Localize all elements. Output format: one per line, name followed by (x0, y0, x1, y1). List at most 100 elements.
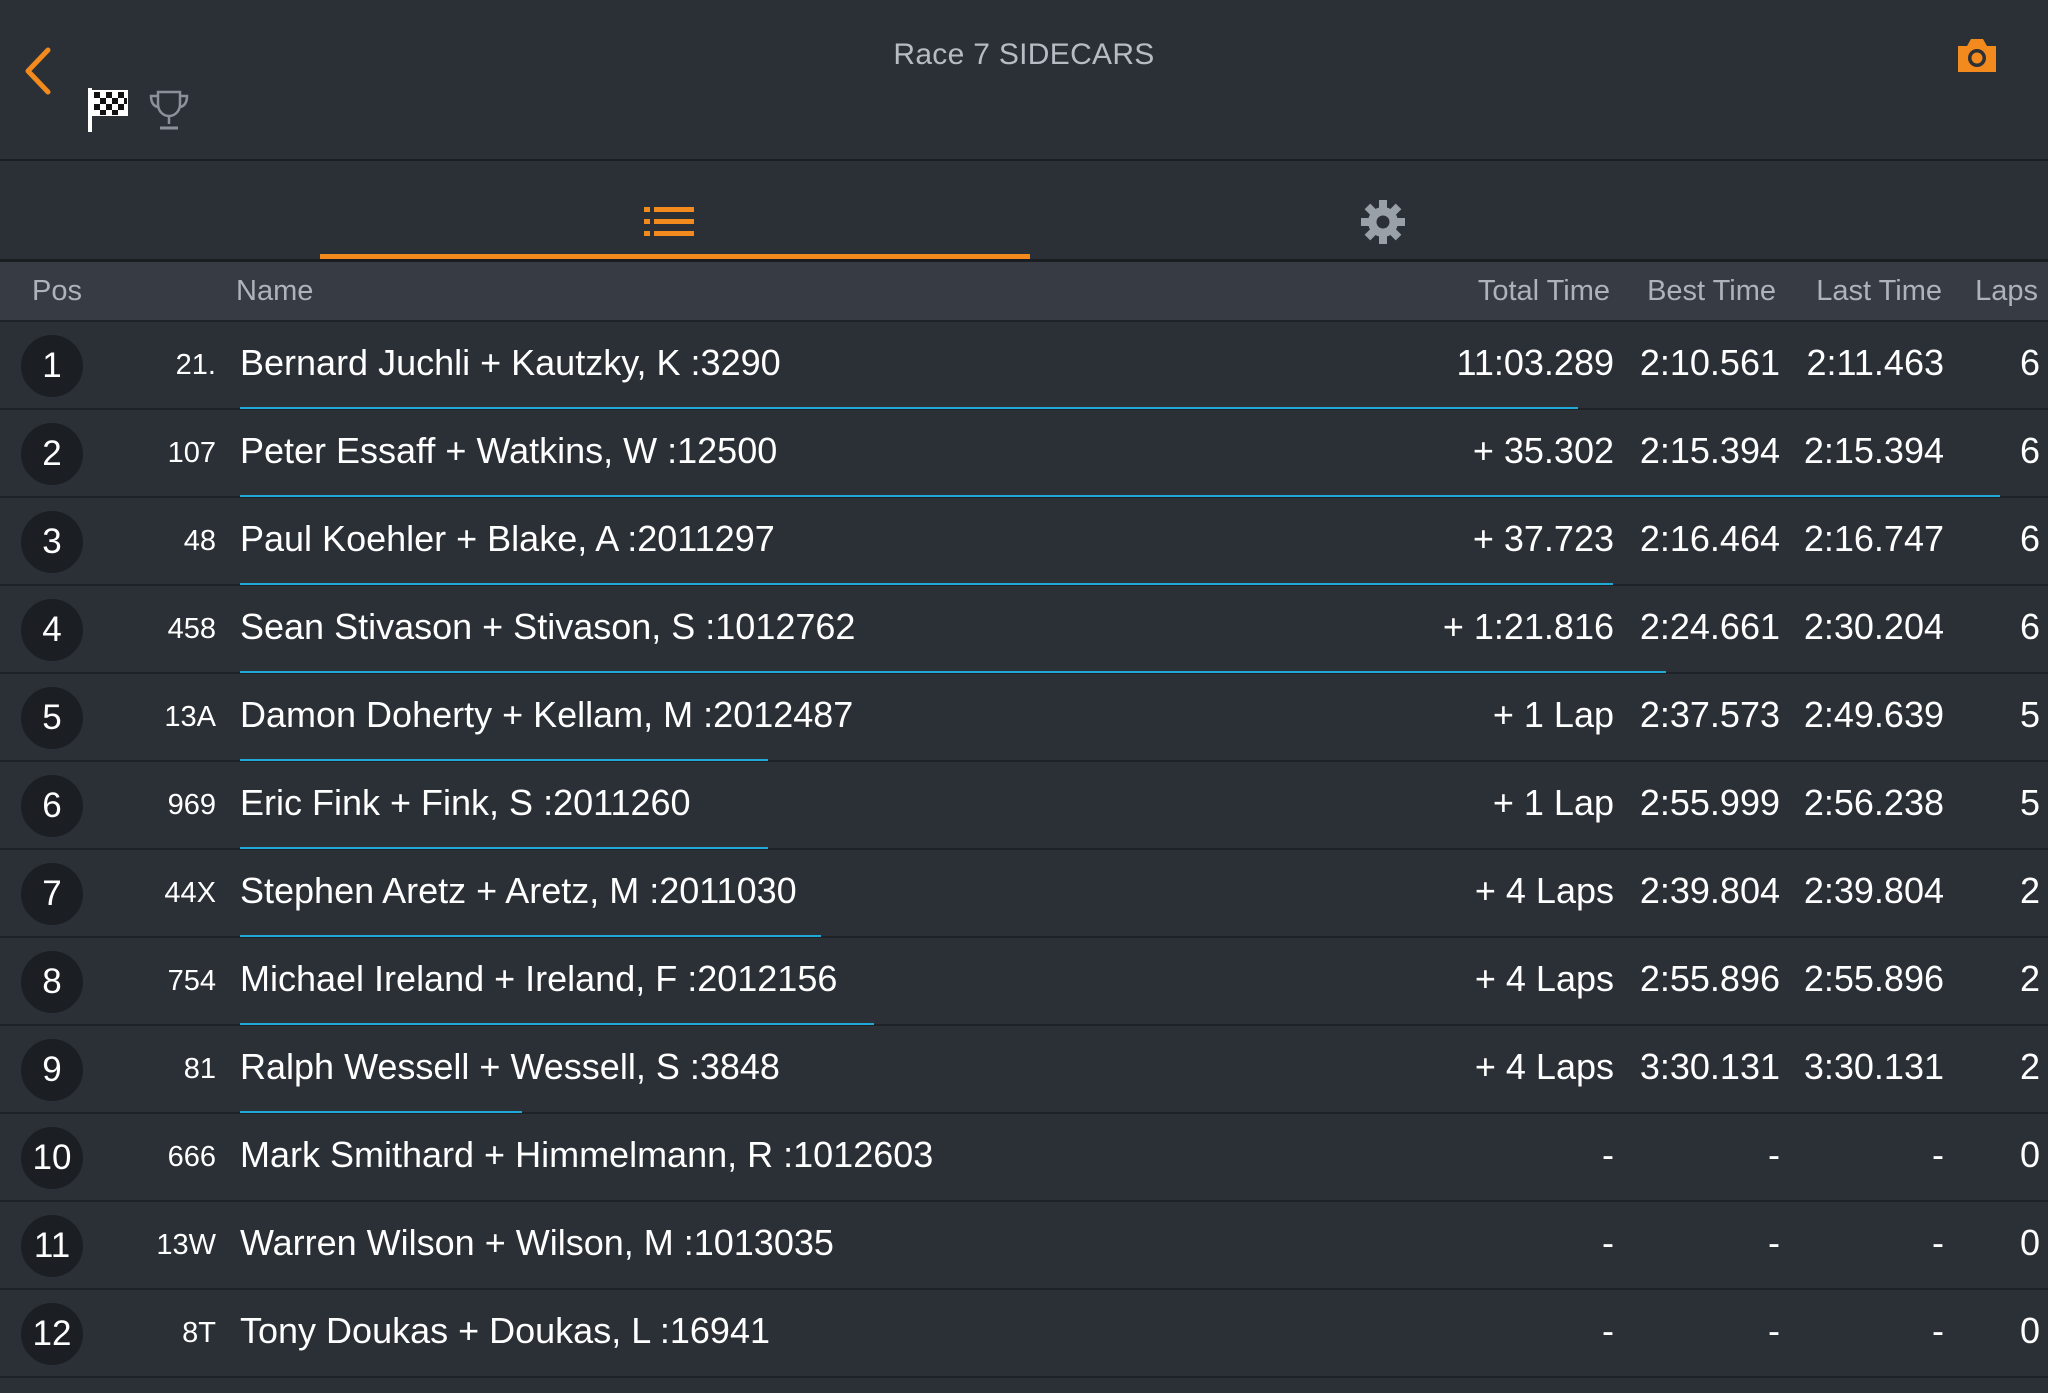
laps-count: 2 (2019, 870, 2040, 911)
race-progress-bar (240, 671, 1666, 673)
race-progress-bar (240, 495, 2000, 497)
result-row[interactable]: 4 458 Sean Stivason + Stivason, S :1012762… (0, 586, 2048, 674)
position-badge: 1 (21, 335, 83, 397)
result-row[interactable]: 11 13W Warren Wilson + Wilson, M :1013035 -… (0, 1202, 2048, 1290)
best-time: - (1768, 1222, 1780, 1263)
laps-count: 6 (2019, 342, 2040, 383)
result-row[interactable]: 3 48 Paul Koehler + Blake, A :2011297 + 37.… (0, 498, 2048, 586)
race-progress-bar (240, 1023, 874, 1025)
race-progress-bar (240, 847, 768, 849)
best-time: - (1768, 1134, 1780, 1175)
best-time: 2:55.999 (1639, 782, 1780, 823)
racer-name: Stephen Aretz + Aretz, M :2011030 (240, 870, 797, 911)
racer-number: 107 (167, 437, 216, 469)
result-row[interactable]: 7 44X Stephen Aretz + Aretz, M :2011030 + 4… (0, 850, 2048, 938)
laps-count: 0 (2019, 1222, 2040, 1263)
racer-number: 13A (164, 701, 216, 733)
racer-number: 969 (167, 789, 216, 821)
last-time: 2:39.804 (1803, 870, 1944, 911)
race-title: Race 7 SIDECARS (893, 38, 1155, 71)
racer-number: 13W (156, 1229, 216, 1261)
trophy-icon[interactable] (148, 88, 190, 132)
column-pos[interactable]: Pos (32, 275, 82, 308)
best-time: 2:16.464 (1639, 518, 1780, 559)
app-header: Race 7 SIDECARS (0, 0, 2048, 161)
tab-results-list[interactable] (320, 161, 1030, 259)
laps-count: 5 (2019, 694, 2040, 735)
racer-name: Sean Stivason + Stivason, S :1012762 (240, 606, 856, 647)
total-time: 11:03.289 (1456, 342, 1614, 383)
racer-number: 44X (164, 877, 216, 909)
position-badge: 9 (21, 1039, 83, 1101)
racer-name: Peter Essaff + Watkins, W :12500 (240, 430, 778, 471)
total-time: - (1602, 1222, 1614, 1263)
laps-count: 2 (2019, 1046, 2040, 1087)
laps-count: 6 (2019, 518, 2040, 559)
last-time: - (1932, 1134, 1944, 1175)
racer-name: Damon Doherty + Kellam, M :2012487 (240, 694, 854, 735)
column-last-time[interactable]: Last Time (1816, 275, 1942, 308)
total-time: + 37.723 (1472, 518, 1614, 559)
racer-number: 21. (175, 349, 216, 381)
result-row[interactable]: 12 8T Tony Doukas + Doukas, L :16941 - - - 0 (0, 1290, 2048, 1378)
checkered-flag-icon (88, 88, 128, 132)
total-time: + 1:21.816 (1442, 606, 1614, 647)
racer-name: Ralph Wessell + Wessell, S :3848 (240, 1046, 780, 1087)
laps-count: 5 (2019, 782, 2040, 823)
total-time: - (1602, 1310, 1614, 1351)
camera-icon[interactable] (1954, 34, 2000, 76)
racer-name: Warren Wilson + Wilson, M :1013035 (240, 1222, 834, 1263)
tab-settings[interactable] (1030, 161, 1730, 259)
column-best-time[interactable]: Best Time (1647, 275, 1776, 308)
total-time: + 35.302 (1472, 430, 1614, 471)
racer-name: Paul Koehler + Blake, A :2011297 (240, 518, 775, 559)
total-time: + 1 Lap (1492, 694, 1614, 735)
laps-count: 0 (2019, 1310, 2040, 1351)
laps-count: 0 (2019, 1134, 2040, 1175)
total-time: + 4 Laps (1474, 1046, 1614, 1087)
racer-number: 81 (183, 1053, 216, 1085)
last-time: 2:56.238 (1803, 782, 1944, 823)
last-time: 2:15.394 (1803, 430, 1944, 471)
racer-number: 48 (183, 525, 216, 557)
best-time: 2:10.561 (1639, 342, 1780, 383)
racer-name: Michael Ireland + Ireland, F :2012156 (240, 958, 838, 999)
position-badge: 6 (21, 775, 83, 837)
racer-name: Bernard Juchli + Kautzky, K :3290 (240, 342, 781, 383)
result-row[interactable]: 5 13A Damon Doherty + Kellam, M :2012487 + … (0, 674, 2048, 762)
position-badge: 4 (21, 599, 83, 661)
column-laps[interactable]: Laps (1975, 275, 2038, 308)
result-row[interactable]: 2 107 Peter Essaff + Watkins, W :12500 + 35… (0, 410, 2048, 498)
position-badge: 5 (21, 687, 83, 749)
racer-number: 458 (167, 613, 216, 645)
position-badge: 8 (21, 951, 83, 1013)
column-total-time[interactable]: Total Time (1478, 275, 1610, 308)
last-time: - (1932, 1310, 1944, 1351)
column-name[interactable]: Name (236, 275, 313, 308)
total-time: + 1 Lap (1492, 782, 1614, 823)
total-time: + 4 Laps (1474, 958, 1614, 999)
result-row[interactable]: 6 969 Eric Fink + Fink, S :2011260 + 1 Lap 2… (0, 762, 2048, 850)
position-badge: 10 (21, 1127, 83, 1189)
position-badge: 12 (21, 1303, 83, 1365)
list-icon (644, 207, 694, 236)
last-time: 2:55.896 (1803, 958, 1944, 999)
result-row[interactable]: 10 666 Mark Smithard + Himmelmann, R :1012… (0, 1114, 2048, 1202)
result-row[interactable]: 1 21. Bernard Juchli + Kautzky, K :3290 11:… (0, 322, 2048, 410)
best-time: 3:30.131 (1639, 1046, 1780, 1087)
best-time: 2:39.804 (1639, 870, 1780, 911)
position-badge: 2 (21, 423, 83, 485)
last-time: - (1932, 1222, 1944, 1263)
position-badge: 11 (21, 1215, 83, 1277)
result-row[interactable]: 9 81 Ralph Wessell + Wessell, S :3848 + 4 L… (0, 1026, 2048, 1114)
best-time: 2:55.896 (1639, 958, 1780, 999)
race-progress-bar (240, 1111, 522, 1113)
best-time: - (1768, 1310, 1780, 1351)
last-time: 3:30.131 (1803, 1046, 1944, 1087)
position-badge: 7 (21, 863, 83, 925)
result-row[interactable]: 8 754 Michael Ireland + Ireland, F :201215… (0, 938, 2048, 1026)
race-progress-bar (240, 407, 1578, 409)
laps-count: 6 (2019, 430, 2040, 471)
last-time: 2:49.639 (1803, 694, 1944, 735)
total-time: - (1602, 1134, 1614, 1175)
